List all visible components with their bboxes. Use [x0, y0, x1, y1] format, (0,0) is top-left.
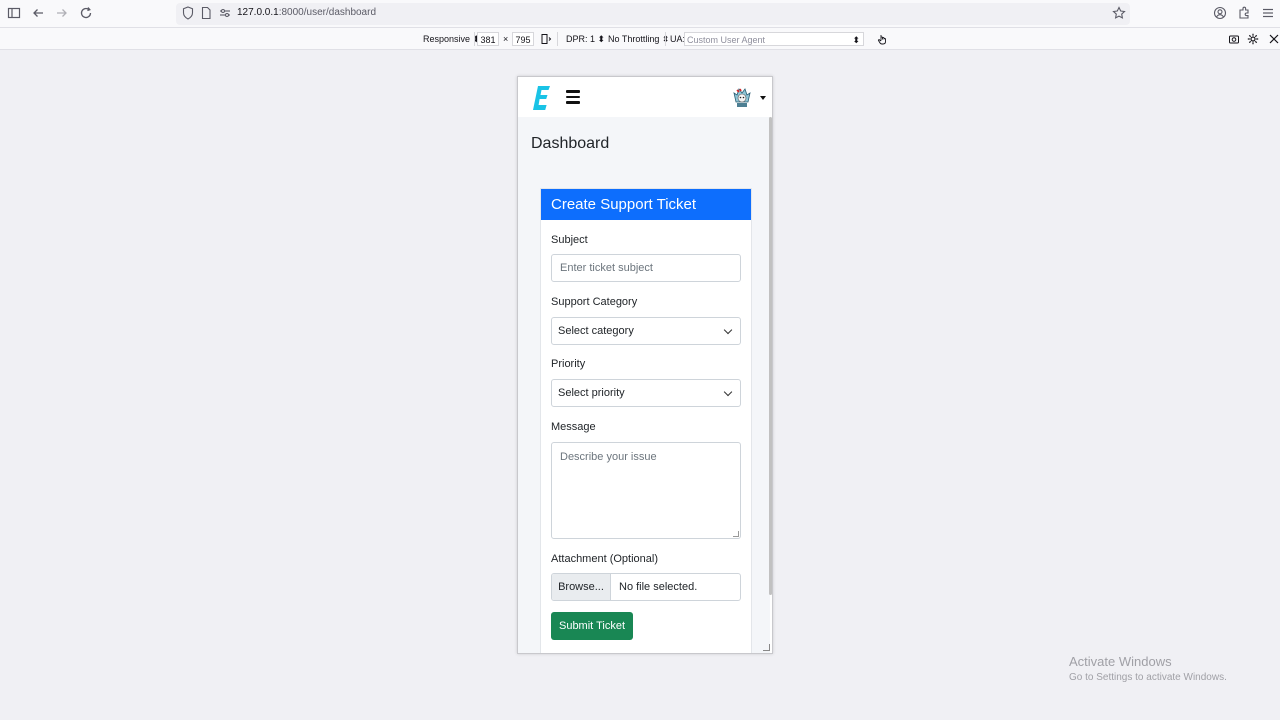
attachment-input[interactable]: Browse... No file selected.: [551, 573, 741, 601]
forward-arrow-icon[interactable]: [54, 6, 70, 22]
shield-icon[interactable]: [180, 6, 196, 22]
screenshot-icon[interactable]: [1228, 33, 1240, 47]
device-selector[interactable]: Responsive ⬍: [423, 32, 480, 46]
activation-watermark-title: Activate Windows: [1069, 654, 1172, 669]
menu-icon[interactable]: [1260, 6, 1276, 22]
file-status: No file selected.: [619, 581, 698, 593]
browse-button[interactable]: Browse...: [552, 574, 611, 600]
app-navbar: [518, 77, 772, 117]
user-avatar[interactable]: [730, 85, 754, 109]
viewport-height-input[interactable]: 795: [512, 32, 534, 46]
chevron-down-icon: [723, 325, 733, 335]
sidebar-toggle-icon[interactable]: [6, 6, 22, 22]
category-value: Select category: [558, 325, 634, 337]
url-text[interactable]: 127.0.0.1:8000/user/dashboard: [237, 7, 376, 18]
dashboard-content: Dashboard Create Support Ticket Subject …: [518, 117, 770, 653]
activation-watermark-subtitle: Go to Settings to activate Windows.: [1069, 672, 1227, 683]
brand-logo-icon[interactable]: [532, 85, 552, 111]
settings-gear-icon[interactable]: [1247, 33, 1259, 47]
responsive-toolbar: Responsive ⬍ 381 × 795 DPR: 1 ⬍ No Throt…: [0, 28, 1280, 50]
chevron-down-icon: [723, 387, 733, 397]
page-icon[interactable]: [198, 6, 214, 22]
extensions-icon[interactable]: [1236, 6, 1252, 22]
priority-value: Select priority: [558, 387, 625, 399]
support-ticket-card: Create Support Ticket Subject Enter tick…: [540, 188, 752, 653]
viewport-width-input[interactable]: 381: [477, 32, 499, 46]
priority-label: Priority: [551, 358, 586, 370]
dpr-selector[interactable]: DPR: 1 ⬍: [566, 32, 605, 46]
subject-label: Subject: [551, 234, 588, 246]
back-arrow-icon[interactable]: [30, 6, 46, 22]
url-host: 127.0.0.1: [237, 7, 279, 18]
message-placeholder: Describe your issue: [560, 451, 657, 463]
viewport-scrollbar[interactable]: [769, 117, 772, 595]
subject-placeholder: Enter ticket subject: [560, 262, 653, 274]
url-bar[interactable]: 127.0.0.1:8000/user/dashboard: [176, 3, 1130, 25]
card-title: Create Support Ticket: [541, 189, 751, 220]
reload-icon[interactable]: [78, 6, 94, 22]
submit-ticket-button[interactable]: Submit Ticket: [551, 612, 633, 640]
throttling-selector[interactable]: No Throttling ⬍: [608, 32, 669, 46]
priority-select[interactable]: Select priority: [551, 379, 741, 407]
category-label: Support Category: [551, 296, 638, 308]
permissions-icon[interactable]: [217, 6, 233, 22]
attachment-label: Attachment (Optional): [551, 553, 658, 565]
responsive-viewport: Dashboard Create Support Ticket Subject …: [517, 76, 773, 654]
user-agent-input[interactable]: Custom User Agent ⬍: [684, 32, 864, 46]
touch-simulation-icon[interactable]: [876, 33, 888, 47]
dimension-separator: ×: [503, 34, 509, 44]
resize-handle-icon[interactable]: [733, 531, 739, 537]
viewport-resize-handle-icon[interactable]: [763, 644, 770, 651]
user-agent-value: Custom User Agent: [687, 35, 766, 45]
page-title: Dashboard: [531, 135, 610, 152]
browser-toolbar: 127.0.0.1:8000/user/dashboard: [0, 0, 1280, 28]
close-icon[interactable]: [1268, 33, 1280, 47]
caret-down-icon[interactable]: [760, 96, 766, 100]
ua-dropdown-icon: ⬍: [852, 35, 860, 45]
hamburger-menu-icon[interactable]: [566, 90, 582, 104]
user-agent-label: UA:: [670, 34, 686, 44]
toolbar-divider: [557, 32, 558, 46]
account-icon[interactable]: [1212, 6, 1228, 22]
rotate-viewport-icon[interactable]: [540, 33, 552, 47]
toolbar-divider: [474, 32, 475, 46]
subject-input[interactable]: Enter ticket subject: [551, 254, 741, 282]
message-label: Message: [551, 421, 596, 433]
category-select[interactable]: Select category: [551, 317, 741, 345]
toolbar-divider: [665, 32, 666, 46]
message-textarea[interactable]: Describe your issue: [551, 442, 741, 539]
url-path: :8000/user/dashboard: [278, 7, 377, 18]
bookmark-star-icon[interactable]: [1111, 6, 1127, 22]
